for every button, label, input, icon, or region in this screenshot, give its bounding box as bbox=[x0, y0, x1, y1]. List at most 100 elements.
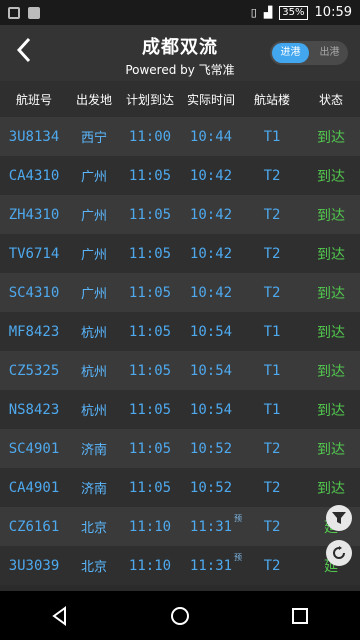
flight-status: 到达 bbox=[317, 402, 345, 419]
origin-city: 济南 bbox=[80, 443, 107, 458]
nav-recent-button[interactable] bbox=[286, 602, 314, 630]
table-row[interactable]: MF8423 杭州 11:05 10:54 T1 到达 bbox=[0, 312, 360, 351]
scheduled-time: 11:05 bbox=[128, 206, 172, 223]
header-status: 状态 bbox=[318, 92, 343, 107]
flight-number: MF8423 bbox=[8, 323, 60, 340]
origin-city: 广州 bbox=[80, 170, 107, 185]
header-flight: 航班号 bbox=[15, 92, 52, 107]
terminal: T1 bbox=[263, 128, 281, 145]
terminal: T2 bbox=[263, 440, 281, 457]
scheduled-time: 11:05 bbox=[128, 284, 172, 301]
nav-back-button[interactable] bbox=[46, 602, 74, 630]
terminal: T2 bbox=[263, 518, 281, 535]
flight-number: CZ5325 bbox=[8, 362, 60, 379]
terminal: T2 bbox=[263, 245, 281, 262]
system-navigation-bar bbox=[0, 591, 360, 640]
status-bar: ▯ ▟ 35% 10:59 bbox=[0, 0, 360, 25]
flight-number: ZH4310 bbox=[8, 206, 60, 223]
table-row[interactable]: CZ6161北京11:1011:31T2延预 bbox=[0, 507, 360, 546]
page-title: 成都双流 bbox=[142, 37, 218, 58]
origin-city: 广州 bbox=[80, 287, 107, 302]
scheduled-time: 11:05 bbox=[128, 323, 172, 340]
origin-city: 济南 bbox=[80, 482, 107, 497]
actual-time: 11:31 bbox=[189, 518, 233, 535]
title-block: 成都双流 Powered by 飞常准 bbox=[92, 33, 268, 78]
scheduled-time: 11:05 bbox=[128, 401, 172, 418]
scheduled-time: 11:05 bbox=[128, 245, 172, 262]
header-origin: 出发地 bbox=[75, 92, 112, 107]
actual-time: 10:44 bbox=[189, 128, 233, 145]
actual-time: 10:42 bbox=[189, 284, 233, 301]
status-right: ▯ ▟ 35% 10:59 bbox=[251, 5, 352, 20]
terminal: T2 bbox=[263, 284, 281, 301]
page-subtitle: Powered by 飞常准 bbox=[125, 63, 235, 77]
flight-status: 到达 bbox=[317, 363, 345, 380]
nav-home-button[interactable] bbox=[166, 602, 194, 630]
scheduled-time: 11:10 bbox=[128, 557, 172, 574]
origin-city: 广州 bbox=[80, 209, 107, 224]
flight-status: 到达 bbox=[317, 207, 345, 224]
signal-icon: ▟ bbox=[263, 6, 273, 19]
actual-time: 10:52 bbox=[189, 440, 233, 457]
actual-time: 11:31 bbox=[189, 557, 233, 574]
refresh-icon bbox=[333, 546, 345, 559]
tab-departures[interactable]: 出港 bbox=[311, 41, 348, 65]
flight-number: 3U8134 bbox=[8, 128, 60, 145]
refresh-button[interactable] bbox=[326, 540, 352, 566]
image-icon bbox=[28, 6, 40, 19]
table-row[interactable]: NS8423 杭州 11:05 10:54 T1 到达 bbox=[0, 390, 360, 429]
nav-home-icon bbox=[171, 606, 189, 625]
table-row[interactable]: 3U8134 西宁 11:00 10:44 T1 到达 bbox=[0, 117, 360, 156]
table-row[interactable]: ZH4310 广州 11:05 10:42 T2 到达 bbox=[0, 195, 360, 234]
origin-city: 杭州 bbox=[80, 365, 107, 380]
table-row[interactable]: SC4310 广州 11:05 10:42 T2 到达 bbox=[0, 273, 360, 312]
origin-city: 西宁 bbox=[80, 131, 107, 146]
flight-status: 到达 bbox=[317, 285, 345, 302]
table-row[interactable]: 3U3039 北京 11:10 11:31 T2 延预 bbox=[0, 546, 360, 585]
terminal: T1 bbox=[263, 323, 281, 340]
flight-number: SC4310 bbox=[8, 284, 60, 301]
terminal: T1 bbox=[263, 401, 281, 418]
scheduled-time: 11:05 bbox=[128, 362, 172, 379]
terminal: T2 bbox=[263, 479, 281, 496]
nav-recent-icon bbox=[292, 607, 308, 624]
origin-city: 广州 bbox=[80, 248, 107, 263]
tab-arrivals[interactable]: 进港 bbox=[272, 43, 309, 63]
flight-list[interactable]: 3U8134 西宁 11:00 10:44 T1 到达 CA4310 广州 11:05 10:42… bbox=[0, 117, 360, 591]
table-row[interactable]: CA4901 济南 11:05 10:52 T2 到达 bbox=[0, 468, 360, 507]
terminal: T1 bbox=[263, 362, 281, 379]
flight-status: 到达 bbox=[317, 246, 345, 263]
table-row[interactable]: SC4901 济南 11:05 10:52 T2 到达 bbox=[0, 429, 360, 468]
app-bar: 成都双流 Powered by 飞常准 进港 出港 bbox=[0, 25, 360, 81]
actual-time: 10:54 bbox=[189, 401, 233, 418]
scheduled-time: 11:05 bbox=[128, 479, 172, 496]
header-actual: 实际时间 bbox=[186, 92, 235, 107]
scheduled-time: 11:05 bbox=[128, 167, 172, 184]
header-terminal: 航站楼 bbox=[253, 92, 290, 107]
flight-number: SC4901 bbox=[8, 440, 60, 457]
message-icon bbox=[8, 6, 20, 19]
flight-number: NS8423 bbox=[8, 401, 60, 418]
back-button[interactable] bbox=[10, 35, 40, 65]
table-row[interactable]: TV6714 广州 11:05 10:42 T2 到达 bbox=[0, 234, 360, 273]
flight-number: CA4310 bbox=[8, 167, 60, 184]
filter-button[interactable] bbox=[326, 505, 352, 531]
arrival-departure-toggle[interactable]: 进港 出港 bbox=[270, 41, 348, 65]
flight-number: 3U3039 bbox=[8, 557, 60, 574]
origin-city: 北京 bbox=[80, 521, 107, 536]
nav-back-icon bbox=[52, 605, 66, 626]
terminal: T2 bbox=[263, 557, 281, 574]
status-left bbox=[8, 6, 40, 19]
terminal: T2 bbox=[263, 206, 281, 223]
table-row[interactable]: CZ5325 杭州 11:05 10:54 T1 到达 bbox=[0, 351, 360, 390]
origin-city: 杭州 bbox=[80, 404, 107, 419]
scheduled-time: 11:05 bbox=[128, 440, 172, 457]
battery-level: 35% bbox=[279, 5, 308, 20]
flight-status: 到达 bbox=[317, 441, 345, 458]
origin-city: 北京 bbox=[80, 560, 107, 575]
table-row[interactable]: CA4310 广州 11:05 10:42 T2 到达 bbox=[0, 156, 360, 195]
scheduled-time: 11:00 bbox=[128, 128, 172, 145]
status-time: 10:59 bbox=[314, 5, 352, 20]
flight-status: 到达 bbox=[317, 324, 345, 341]
flight-status: 到达 bbox=[317, 168, 345, 185]
